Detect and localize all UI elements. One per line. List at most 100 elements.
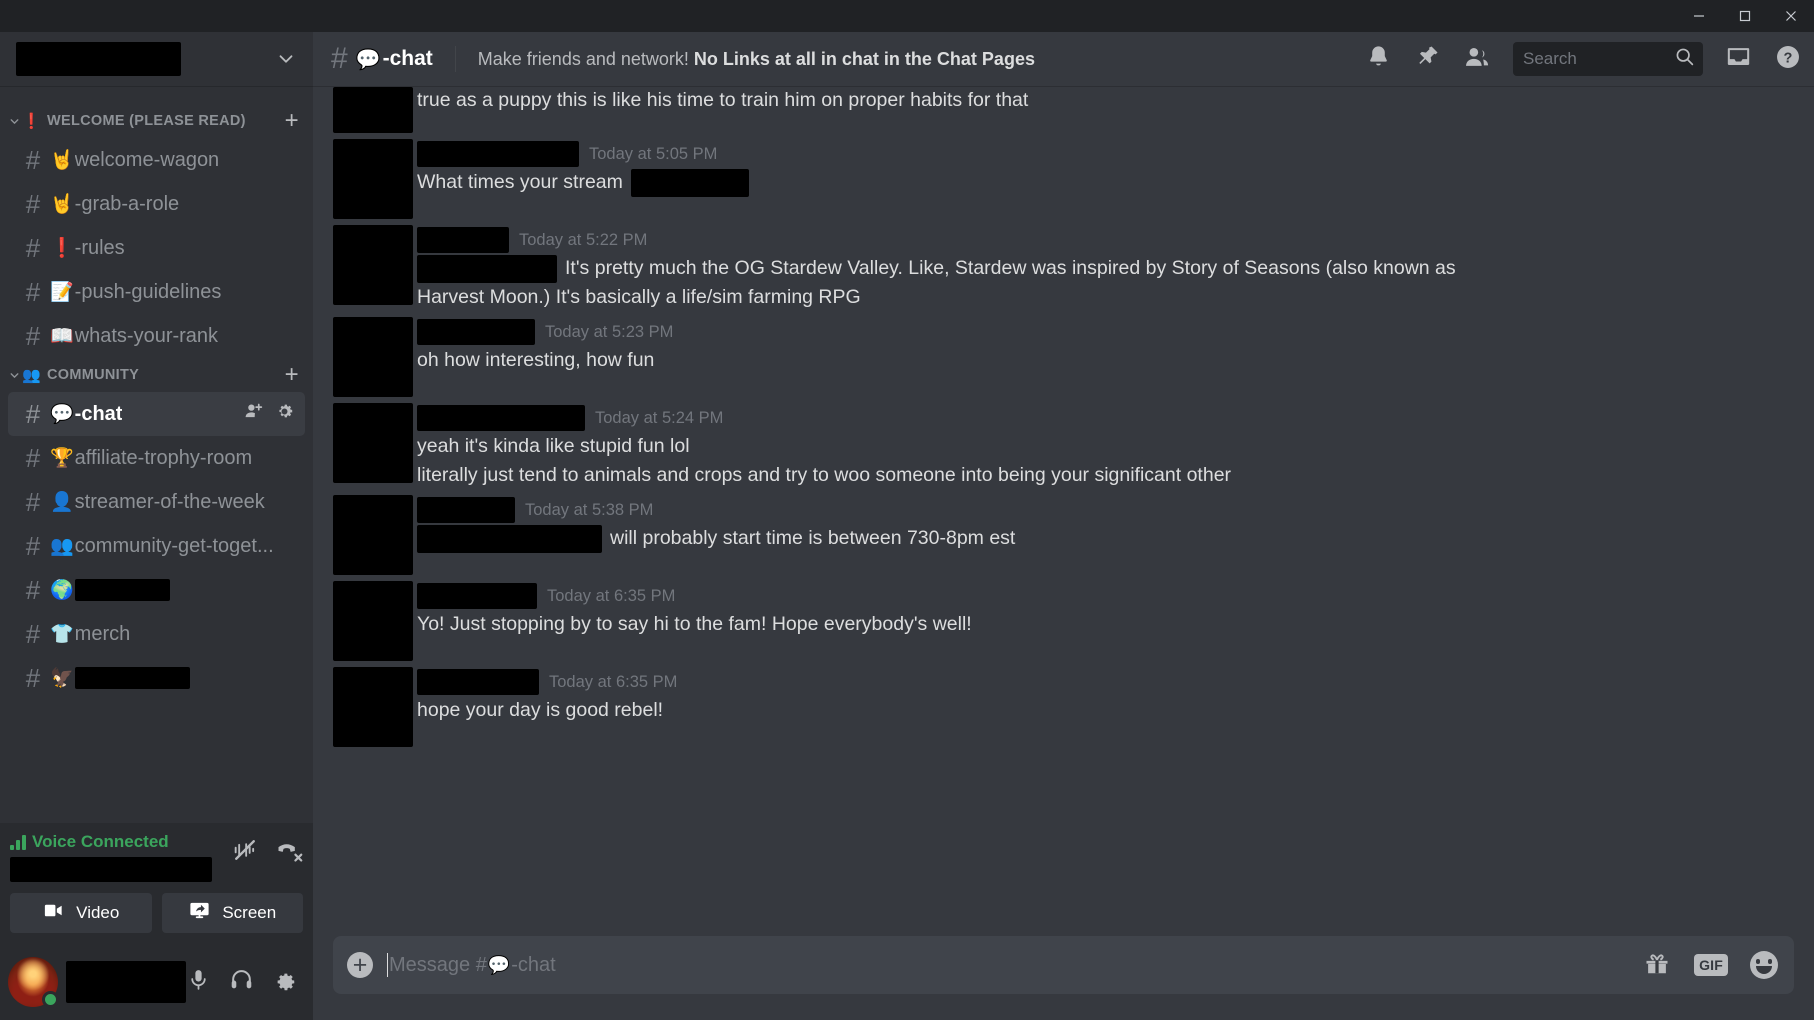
hash-icon: #	[25, 188, 41, 219]
channel-emoji-icon: 💬	[50, 403, 74, 425]
sidebar-channel-redacted-1-4[interactable]: # 🌍	[8, 568, 305, 612]
members-icon[interactable]	[1463, 43, 1491, 76]
sidebar-channel--push-guidelines[interactable]: # 📝 -push-guidelines	[8, 270, 305, 314]
hash-icon: #	[25, 442, 41, 473]
message-row[interactable]: Today at 5:24 PM yeah it's kinda like stu…	[313, 400, 1814, 492]
sidebar-channel-community-get-toget[interactable]: # 👥 community-get-toget...	[8, 524, 305, 568]
message-body: Today at 5:05 PM What times your stream	[413, 139, 1794, 219]
channel-name: affiliate-trophy-room	[74, 446, 253, 469]
signal-bars-icon	[10, 834, 26, 850]
message-row[interactable]: Today at 5:05 PM What times your stream	[313, 136, 1814, 222]
create-invite-icon[interactable]	[243, 401, 264, 428]
minimize-button[interactable]	[1676, 0, 1722, 32]
hash-icon: #	[25, 144, 41, 175]
message-row[interactable]: Today at 5:38 PM will probably start time…	[313, 492, 1814, 578]
voice-connection-panel: Voice Connected Video Screen	[0, 823, 313, 943]
inbox-icon[interactable]	[1725, 43, 1752, 75]
sidebar-channel-whats-your-rank[interactable]: # 📖 whats-your-rank	[8, 314, 305, 358]
category-collapse-icon[interactable]	[6, 369, 22, 382]
app-body: ❗ WELCOME (PLEASE READ) + # 🤘 welcome-wagon # 🤘…	[0, 32, 1814, 1020]
sidebar-channel-welcome-wagon[interactable]: # 🤘 welcome-wagon	[8, 138, 305, 182]
server-header[interactable]	[0, 32, 313, 86]
search-box[interactable]	[1513, 42, 1703, 76]
pin-icon[interactable]	[1414, 43, 1441, 75]
message-body: Today at 5:22 PM It's pretty much the OG …	[413, 225, 1794, 311]
hash-icon: #	[25, 320, 41, 351]
message-text-content: oh how interesting, how fun	[417, 349, 655, 372]
maximize-button[interactable]	[1722, 0, 1768, 32]
message-text: What times your stream	[417, 169, 1794, 197]
message-body: Today at 6:35 PM Yo! Just stopping by to …	[413, 581, 1794, 661]
sidebar-channel--chat[interactable]: # 💬 -chat	[8, 392, 305, 436]
channel-title: -chat	[382, 47, 433, 70]
search-icon[interactable]	[1674, 46, 1695, 72]
category-collapse-icon[interactable]	[6, 115, 22, 128]
message-timestamp: Today at 5:05 PM	[589, 144, 718, 163]
sidebar-channel-redacted-1-6[interactable]: # 🦅	[8, 656, 305, 700]
video-button[interactable]: Video	[10, 893, 152, 933]
add-channel-button[interactable]: +	[285, 109, 303, 133]
avatar[interactable]	[8, 956, 59, 1008]
hash-icon: #	[25, 398, 41, 429]
message-row[interactable]: Today at 5:23 PM oh how interesting, how …	[313, 314, 1814, 400]
screen-share-button[interactable]: Screen	[161, 893, 303, 933]
emoji-icon[interactable]	[1750, 951, 1778, 979]
message-row[interactable]: true as a puppy this is like his time to…	[313, 86, 1814, 136]
bell-icon[interactable]	[1365, 43, 1392, 75]
search-input[interactable]	[1523, 49, 1668, 69]
screen-share-icon	[188, 899, 211, 927]
sidebar-channel-merch[interactable]: # 👕 merch	[8, 612, 305, 656]
hash-icon: #	[25, 276, 41, 307]
message-inline-redacted	[417, 255, 557, 283]
microphone-icon[interactable]	[186, 967, 211, 997]
message-author-redacted	[417, 227, 509, 253]
channel-category-1[interactable]: 👥 COMMUNITY +	[0, 358, 313, 392]
message-text: It's pretty much the OG Stardew Valley. …	[417, 255, 1794, 283]
message-text-content: It's pretty much the OG Stardew Valley. …	[565, 257, 1456, 280]
message-header: Today at 6:35 PM	[417, 581, 1794, 611]
message-body: Today at 6:35 PM hope your day is good re…	[413, 667, 1794, 747]
close-button[interactable]	[1768, 0, 1814, 32]
category-label: COMMUNITY	[46, 367, 140, 383]
composer-inner[interactable]: + Message # 💬 -chat GIF	[333, 936, 1794, 994]
composer-placeholder-suffix: -chat	[511, 953, 556, 976]
message-avatar-redacted	[333, 317, 413, 398]
message-header: Today at 5:23 PM	[417, 317, 1794, 347]
noise-suppression-icon[interactable]	[231, 836, 259, 869]
main-content: # 💬 -chat Make friends and network! No L…	[313, 32, 1814, 1020]
hash-icon: #	[25, 618, 41, 649]
channel-emoji-icon: ❗	[50, 237, 74, 259]
message-timestamp: Today at 5:23 PM	[545, 322, 674, 341]
message-avatar-redacted	[333, 581, 413, 662]
headphones-icon[interactable]	[229, 967, 254, 997]
sidebar-channel-streamer-of-the-week[interactable]: # 👤 streamer-of-the-week	[8, 480, 305, 524]
hash-icon: #	[25, 486, 41, 517]
discord-window: ❗ WELCOME (PLEASE READ) + # 🤘 welcome-wagon # 🤘…	[0, 0, 1814, 1020]
channel-emoji-icon: 📖	[50, 325, 74, 347]
sidebar-channel--grab-a-role[interactable]: # 🤘 -grab-a-role	[8, 182, 305, 226]
channel-emoji-icon: 🌍	[50, 579, 74, 601]
message-text: oh how interesting, how fun	[417, 347, 1794, 375]
message-avatar-redacted	[333, 667, 413, 748]
disconnect-call-icon[interactable]	[275, 836, 303, 869]
add-attachment-icon[interactable]: +	[347, 952, 373, 978]
channel-emoji-icon: 👕	[50, 623, 74, 645]
message-text: true as a puppy this is like his time to…	[417, 87, 1794, 115]
message-body: Today at 5:24 PM yeah it's kinda like stu…	[413, 403, 1794, 489]
add-channel-button[interactable]: +	[285, 363, 303, 387]
chevron-down-icon[interactable]	[275, 48, 297, 70]
message-row[interactable]: Today at 6:35 PM Yo! Just stopping by to …	[313, 578, 1814, 664]
channel-name: streamer-of-the-week	[74, 490, 265, 513]
gift-icon[interactable]	[1642, 948, 1672, 983]
gear-icon[interactable]	[272, 967, 297, 997]
sidebar-channel--rules[interactable]: # ❗ -rules	[8, 226, 305, 270]
channel-category-0[interactable]: ❗ WELCOME (PLEASE READ) +	[0, 104, 313, 138]
channel-settings-gear-icon[interactable]	[274, 401, 295, 428]
message-list[interactable]: true as a puppy this is like his time to…	[313, 86, 1814, 936]
message-row[interactable]: Today at 5:22 PM It's pretty much the OG …	[313, 222, 1814, 314]
message-text-content: Yo! Just stopping by to say hi to the fa…	[417, 613, 972, 636]
message-row[interactable]: Today at 6:35 PM hope your day is good re…	[313, 664, 1814, 750]
help-icon[interactable]: ?	[1774, 43, 1802, 76]
sidebar-channel-affiliate-trophy-room[interactable]: # 🏆 affiliate-trophy-room	[8, 436, 305, 480]
gif-button[interactable]: GIF	[1694, 954, 1728, 976]
